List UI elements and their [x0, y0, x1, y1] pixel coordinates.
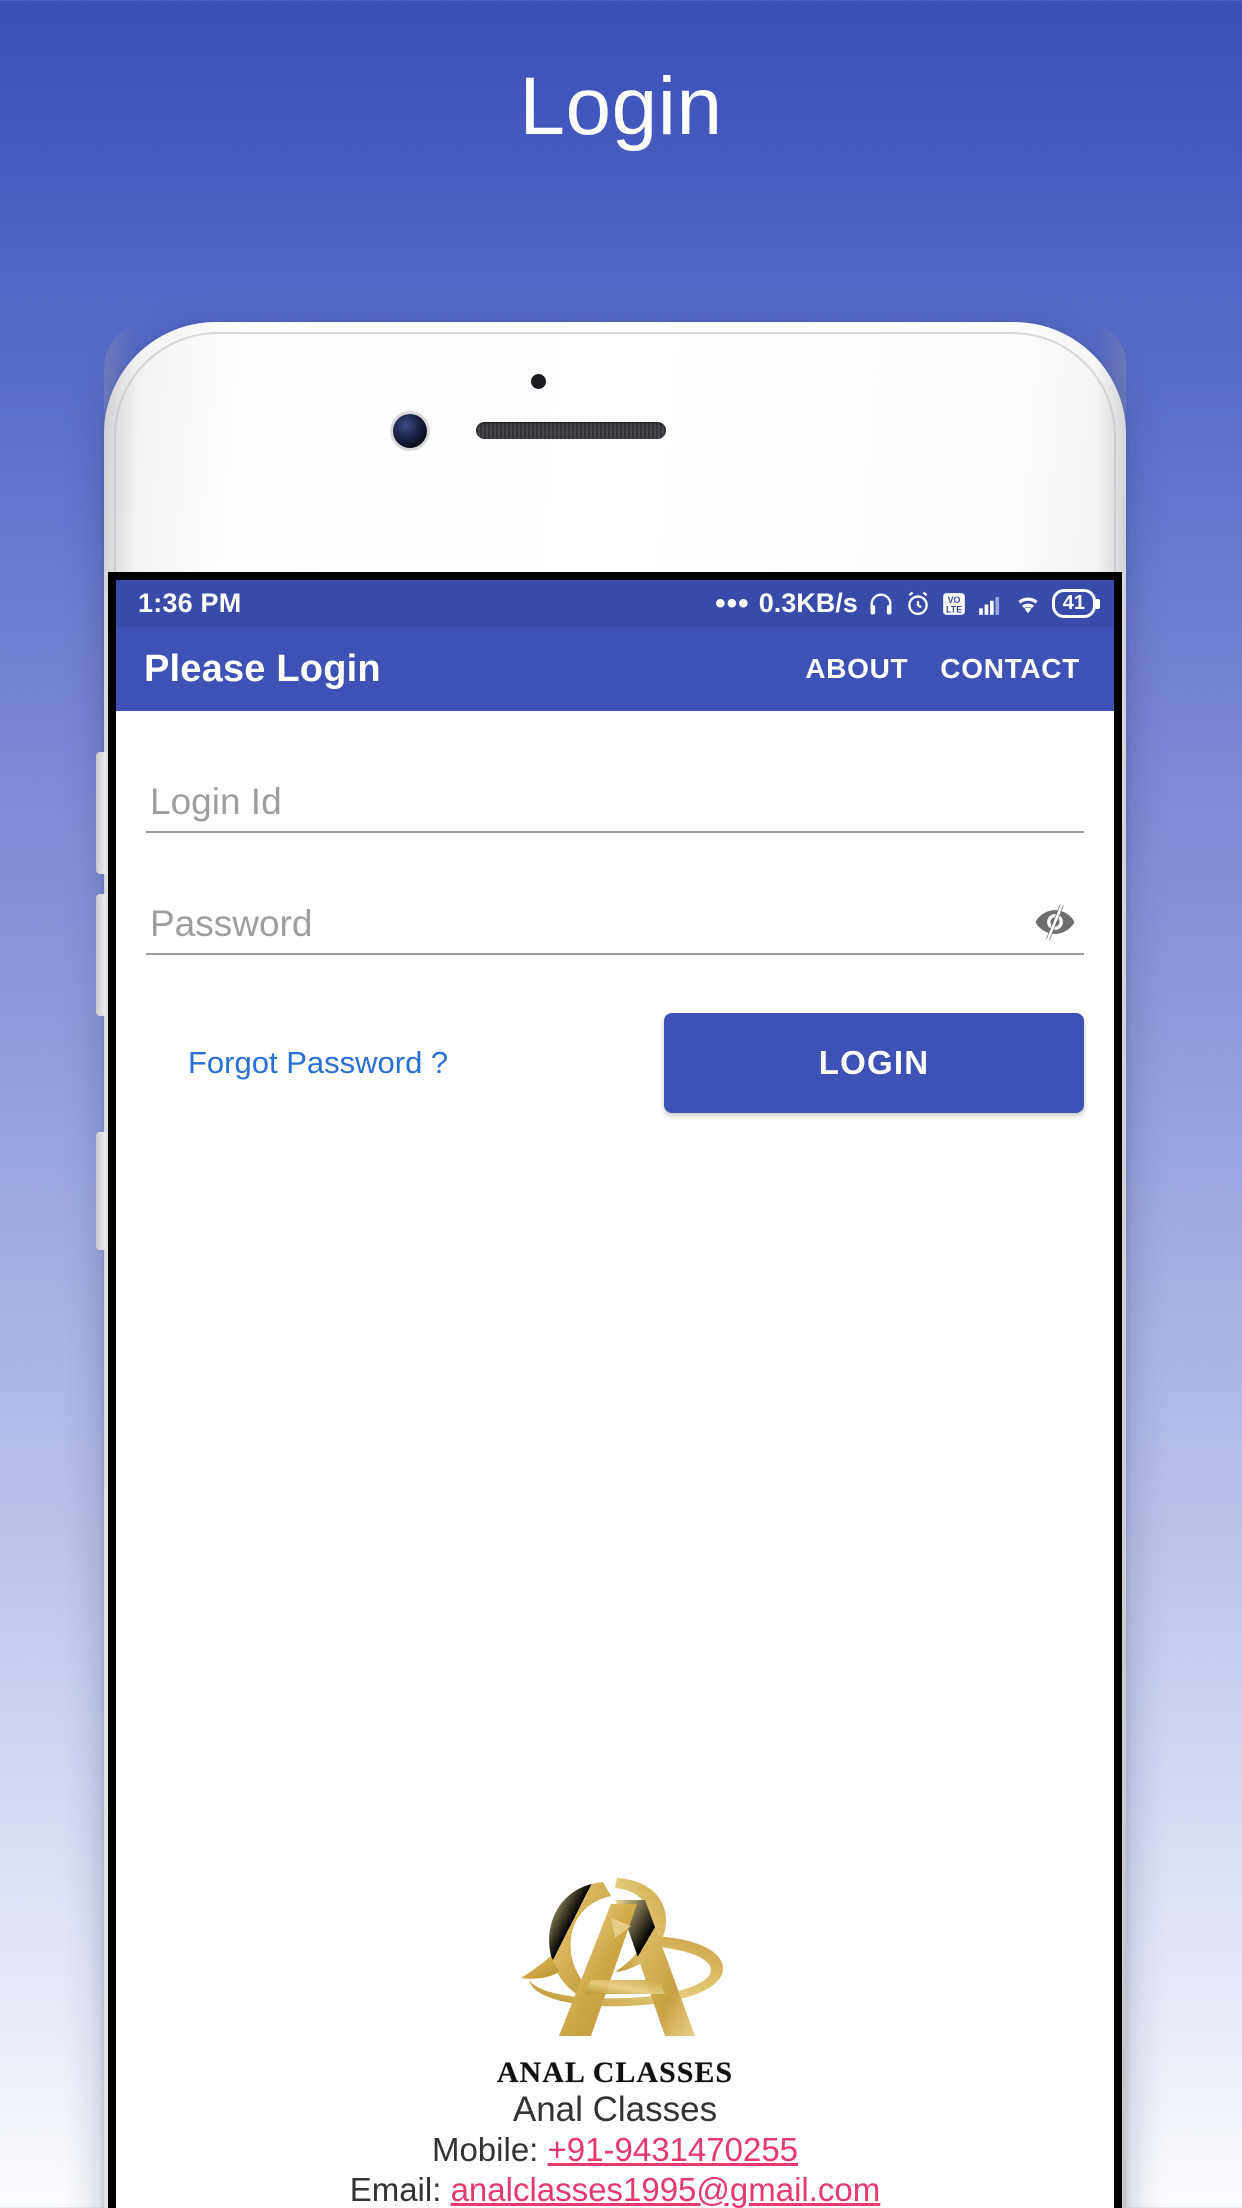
signal-icon	[976, 591, 1004, 617]
status-time: 1:36 PM	[138, 588, 242, 618]
eye-off-icon[interactable]	[1032, 899, 1078, 945]
forgot-password-link[interactable]: Forgot Password ?	[146, 1035, 454, 1091]
app-bar-title: Please Login	[144, 647, 381, 690]
footer: ANAL CLASSES Anal Classes Mobile: +91-94…	[116, 1860, 1114, 2208]
mobile-line: Mobile: +91-9431470255	[130, 2130, 1100, 2170]
svg-text:LTE: LTE	[946, 604, 962, 614]
login-id-input[interactable]	[146, 781, 1084, 831]
volume-up-button[interactable]	[96, 752, 106, 874]
logo-wordmark: ANAL CLASSES	[496, 2055, 734, 2089]
headphone-icon	[867, 590, 895, 618]
anal-classes-logo-icon	[521, 1877, 724, 2036]
earpiece-speaker-icon	[476, 422, 666, 439]
page-title: Login	[519, 61, 723, 152]
org-name: Anal Classes	[512, 2089, 718, 2129]
network-speed-label: 0.3KB/s	[758, 588, 858, 618]
screen-bezel: 1:36 PM ••• 0.3KB/s VO LTE 41 Please Log…	[108, 572, 1122, 2208]
login-button[interactable]: LOGIN	[664, 1013, 1084, 1113]
alarm-icon	[904, 590, 932, 618]
email-line: Email: analclasses1995@gmail.com	[130, 2170, 1100, 2208]
login-id-field[interactable]	[146, 769, 1084, 833]
phone-top-area	[104, 322, 1126, 522]
mobile-link[interactable]: +91-9431470255	[548, 2131, 799, 2168]
network-dots-icon: •••	[715, 587, 750, 620]
password-input[interactable]	[146, 903, 1084, 953]
volume-down-button[interactable]	[96, 894, 106, 1016]
password-field[interactable]	[146, 891, 1084, 955]
mobile-label: Mobile:	[431, 2130, 548, 2168]
app-bar: Please Login ABOUT CONTACT	[116, 627, 1114, 711]
status-bar: 1:36 PM ••• 0.3KB/s VO LTE 41	[116, 580, 1114, 627]
brand-logo	[130, 1860, 1100, 2060]
contact-menu-item[interactable]: CONTACT	[924, 645, 1096, 693]
wifi-icon	[1013, 591, 1043, 617]
battery-indicator: 41	[1051, 589, 1096, 618]
front-camera-icon	[393, 414, 427, 448]
login-action-row: Forgot Password ? LOGIN	[146, 1013, 1084, 1113]
power-button[interactable]	[96, 1132, 106, 1250]
login-form: Forgot Password ? LOGIN	[116, 769, 1114, 2208]
svg-text:VO: VO	[947, 594, 960, 604]
email-label: Email:	[349, 2170, 451, 2208]
about-menu-item[interactable]: ABOUT	[789, 645, 924, 693]
phone-mockup: 1:36 PM ••• 0.3KB/s VO LTE 41 Please Log…	[96, 322, 1126, 2208]
proximity-sensor-icon	[531, 374, 546, 389]
email-link[interactable]: analclasses1995@gmail.com	[451, 2171, 881, 2208]
volte-icon: VO LTE	[941, 591, 967, 617]
device-screen: 1:36 PM ••• 0.3KB/s VO LTE 41 Please Log…	[116, 580, 1114, 2208]
